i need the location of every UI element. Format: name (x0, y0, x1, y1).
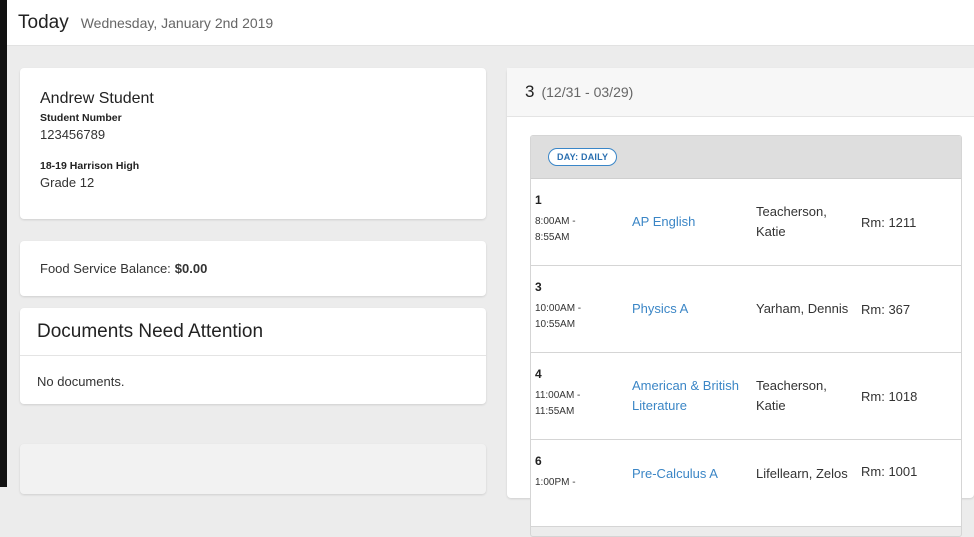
period-time: 10:00AM -10:55AM (535, 303, 582, 330)
teacher-name: Teacherson, Katie (756, 378, 827, 413)
student-number: 123456789 (40, 127, 106, 142)
documents-title: Documents Need Attention (20, 308, 486, 356)
period-number: 1 (535, 193, 542, 207)
day-schedule: DAY: DAILY 1 8:00AM -8:55AM AP English T… (530, 135, 962, 537)
period-time: 1:00PM - (535, 477, 576, 488)
documents-card: Documents Need Attention No documents. (20, 308, 486, 404)
food-balance-value: $0.00 (174, 261, 208, 276)
page-date: Wednesday, January 2nd 2019 (80, 14, 274, 31)
student-grade: Grade 12 (40, 175, 95, 190)
page-header: Today Wednesday, January 2nd 2019 (7, 0, 974, 46)
documents-empty-message: No documents. (37, 374, 125, 389)
page-title: Today (18, 11, 69, 33)
course-link[interactable]: Pre-Calculus A (632, 440, 742, 484)
day-badge: DAY: DAILY (548, 148, 618, 166)
period-row: 3 10:00AM -10:55AM Physics A Yarham, Den… (531, 266, 961, 353)
period-time: 8:00AM -8:55AM (535, 216, 576, 243)
schedule-header: 3 (12/31 - 03/29) (507, 68, 974, 117)
student-name: Andrew Student (40, 90, 154, 107)
course-link[interactable]: American & British Literature (632, 353, 742, 439)
room-number: Rm: 1018 (861, 388, 918, 404)
period-number: 6 (535, 454, 542, 468)
course-link[interactable]: AP English (632, 179, 742, 265)
period-row: 4 11:00AM -11:55AM American & British Li… (531, 353, 961, 440)
room-number: Rm: 1001 (861, 464, 918, 479)
course-link[interactable]: Physics A (632, 266, 742, 352)
food-balance-label: Food Service Balance: (40, 261, 171, 276)
room-number: Rm: 367 (861, 301, 911, 317)
period-time: 11:00AM -11:55AM (535, 390, 581, 417)
schedule-card: 3 (12/31 - 03/29) DAY: DAILY 1 8:00AM -8… (507, 68, 974, 537)
term-range: (12/31 - 03/29) (541, 84, 634, 100)
food-service-card: Food Service Balance: $0.00 (20, 241, 486, 296)
period-number: 3 (535, 280, 542, 294)
term-number: 3 (525, 82, 535, 101)
period-row: 1 8:00AM -8:55AM AP English Teacherson, … (531, 179, 961, 266)
left-accent-bar (0, 0, 7, 487)
student-number-label: Student Number (40, 112, 122, 124)
day-header: DAY: DAILY (531, 136, 961, 179)
teacher-name: Lifellearn, Zelos (756, 466, 848, 481)
school-name: 18-19 Harrison High (40, 160, 140, 172)
room-number: Rm: 1211 (861, 214, 917, 230)
teacher-name: Yarham, Dennis (756, 301, 849, 316)
period-number: 4 (535, 367, 542, 381)
period-row: 6 1:00PM - Pre-Calculus A Lifellearn, Ze… (531, 440, 961, 527)
student-card: Andrew Student Student Number 123456789 … (20, 68, 486, 219)
teacher-name: Teacherson, Katie (756, 204, 827, 239)
